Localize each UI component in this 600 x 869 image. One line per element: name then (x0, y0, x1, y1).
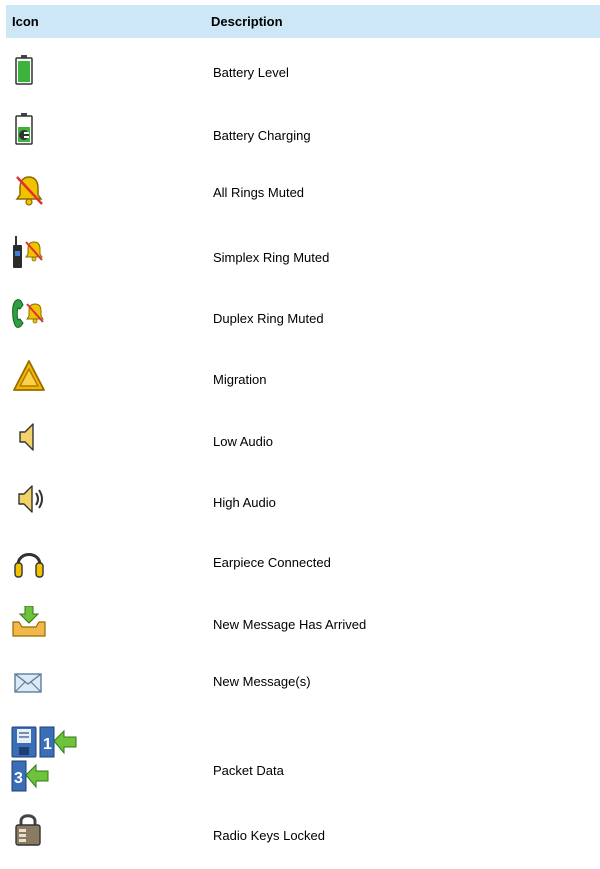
duplex-ring-muted-icon (10, 297, 46, 333)
high-audio-icon (17, 484, 47, 514)
row-description: New Message(s) (213, 674, 311, 689)
svg-text:3: 3 (14, 770, 23, 787)
low-audio-icon (18, 422, 38, 452)
row-description: All Rings Muted (213, 185, 305, 200)
simplex-ring-muted-icon (10, 236, 46, 272)
row-description: Packet Data (213, 763, 284, 778)
svg-text:1: 1 (43, 736, 52, 753)
row-description: High Audio (213, 495, 276, 510)
migration-icon (12, 359, 46, 393)
row-description: Radio Keys Locked (213, 828, 326, 843)
row-description: Earpiece Connected (213, 555, 331, 570)
earpiece-connected-icon (13, 545, 45, 579)
icon-column-header: Icon (12, 14, 39, 29)
packet-data-icon: 1 3 (10, 725, 82, 793)
new-message-arrived-icon (11, 606, 47, 638)
row-description: Battery Level (213, 65, 289, 80)
new-messages-icon (14, 672, 42, 694)
battery-level-icon (15, 55, 33, 85)
all-rings-muted-icon (13, 174, 45, 206)
row-description: Low Audio (213, 434, 273, 449)
row-description: Migration (213, 372, 267, 387)
table-header: Icon Description (6, 5, 600, 38)
row-description: Simplex Ring Muted (213, 250, 330, 265)
row-description: Battery Charging (213, 128, 311, 143)
row-description: Duplex Ring Muted (213, 311, 324, 326)
description-column-header: Description (211, 14, 283, 29)
battery-charging-icon (15, 113, 33, 145)
row-description: New Message Has Arrived (213, 617, 367, 632)
radio-keys-locked-icon (14, 812, 42, 846)
